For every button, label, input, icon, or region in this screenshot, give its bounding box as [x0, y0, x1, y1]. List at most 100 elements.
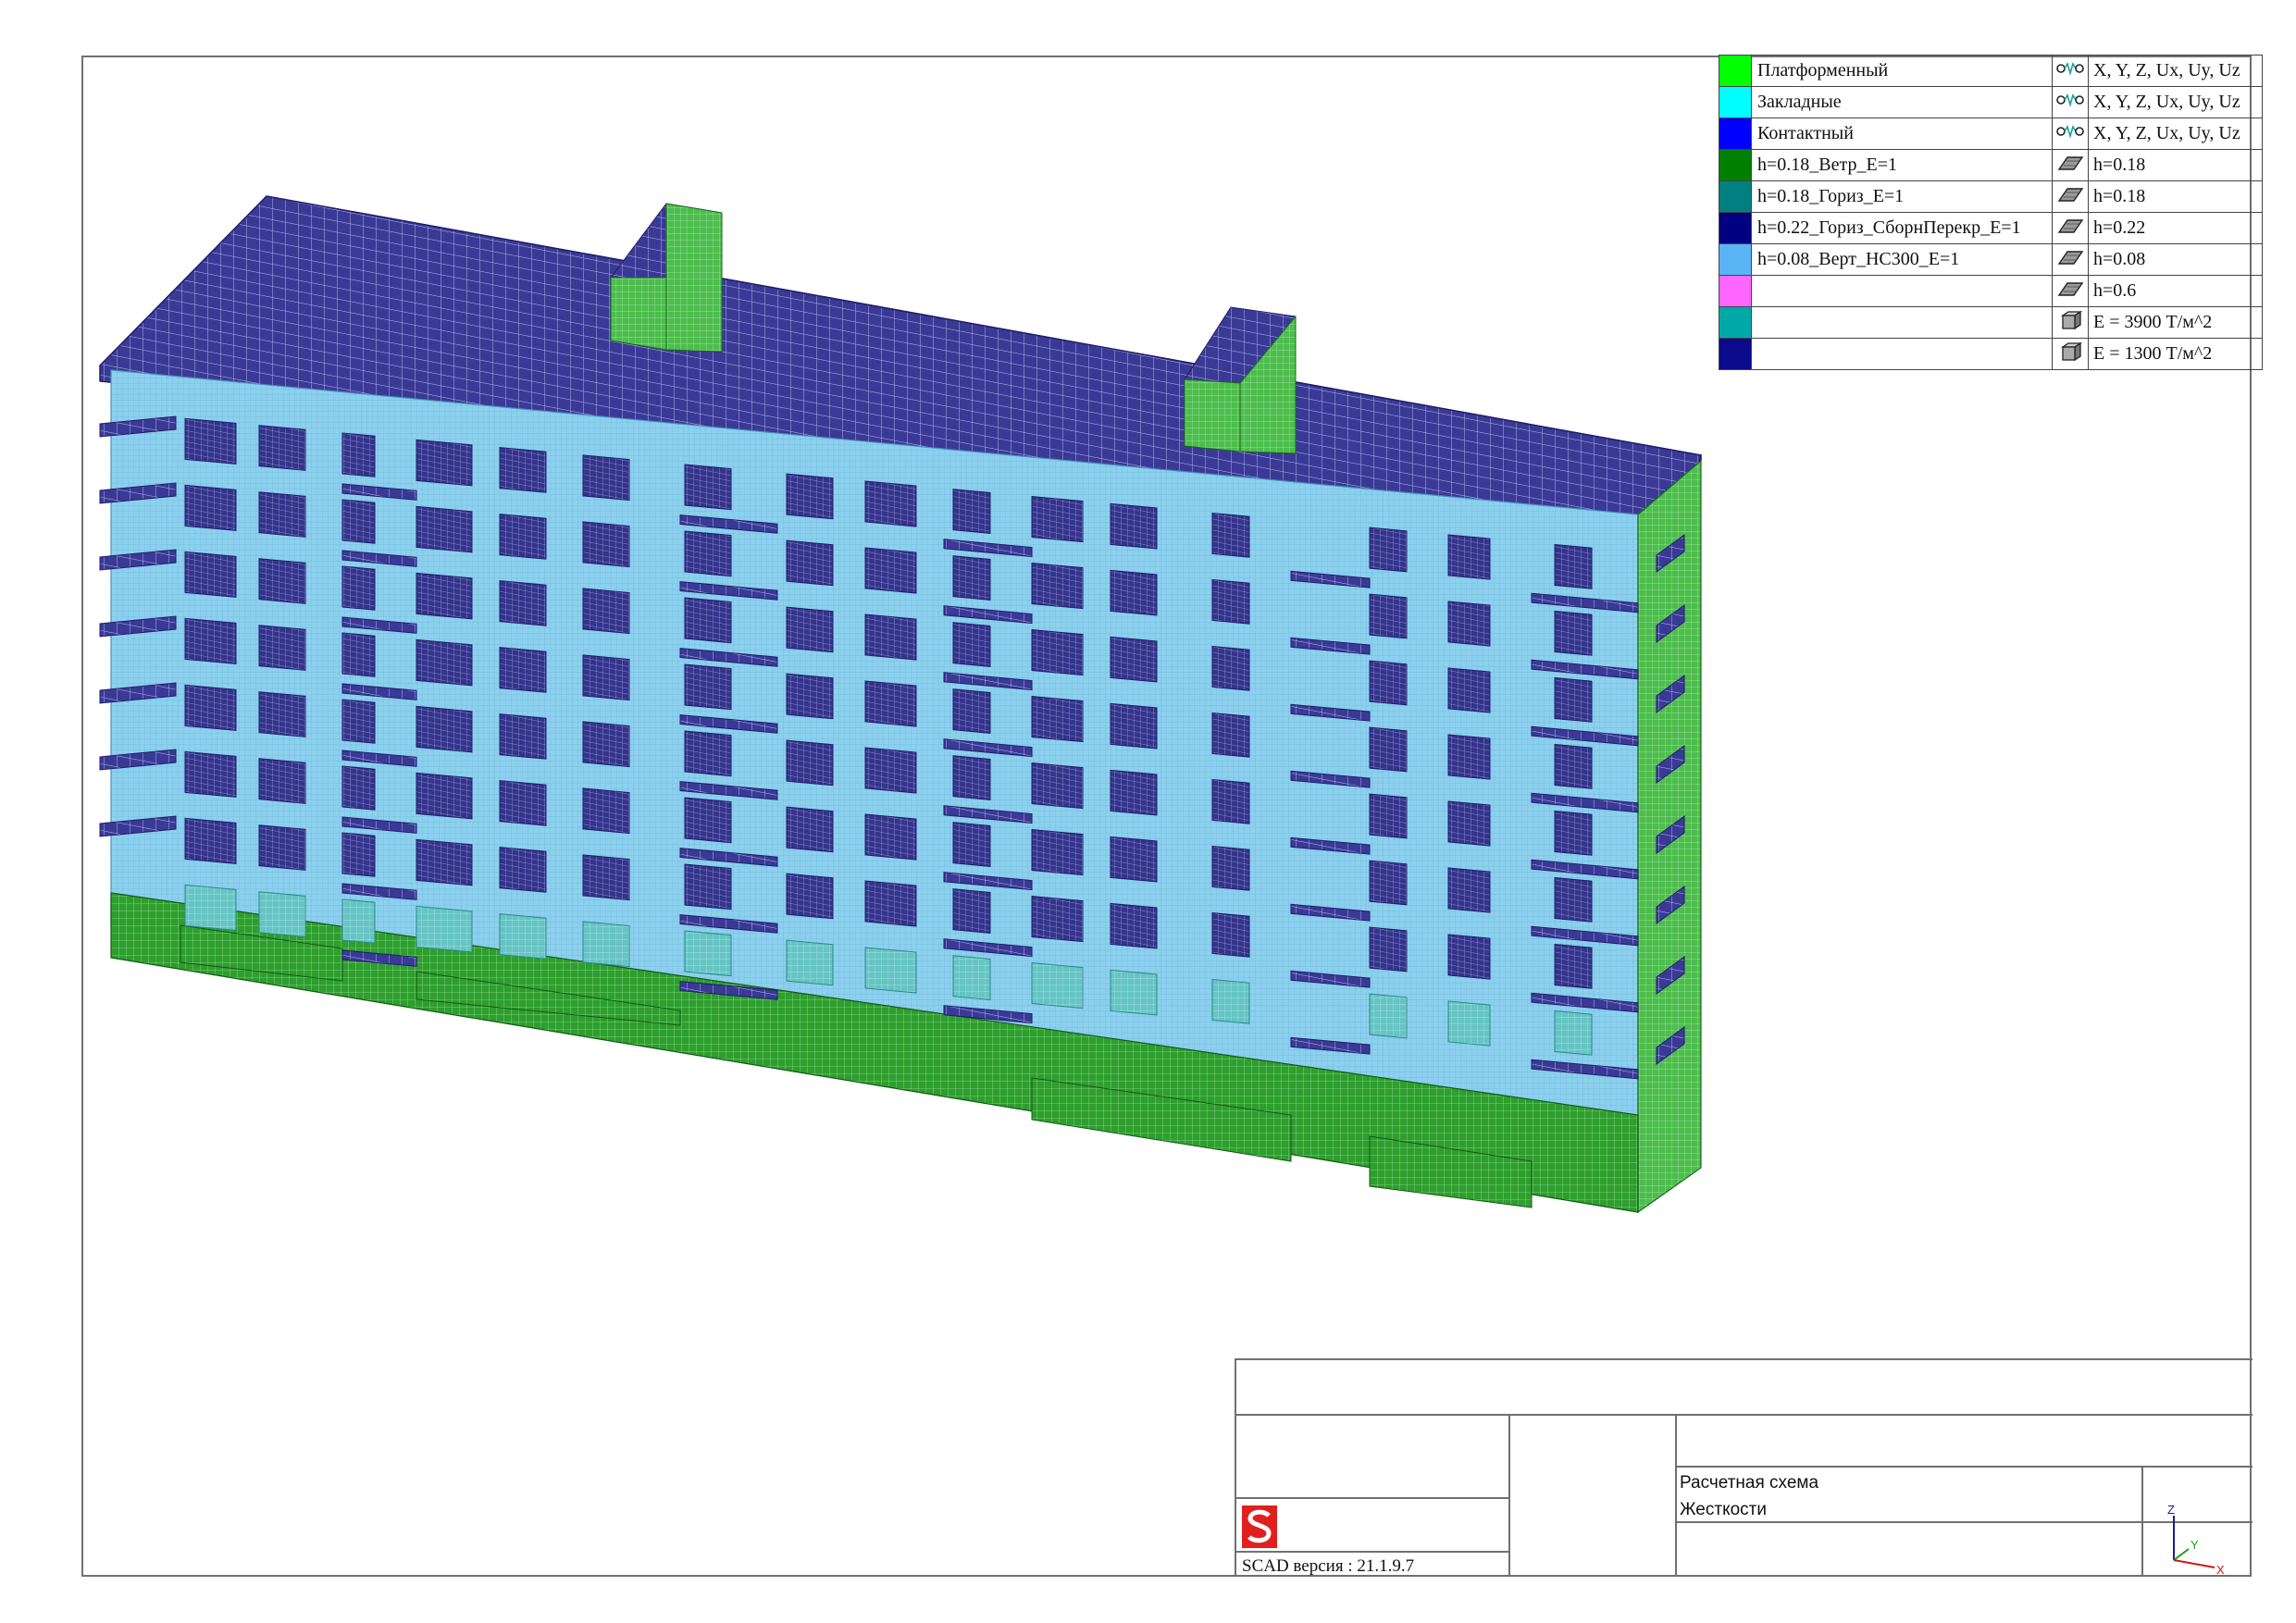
legend-swatch [1719, 243, 1752, 276]
facade-window [786, 806, 834, 853]
facade-window [684, 730, 732, 777]
facade-window [416, 905, 473, 953]
facade-window [952, 822, 991, 867]
facade-window [1447, 601, 1491, 647]
facade-window [1110, 836, 1158, 883]
facade-window [684, 464, 732, 511]
plate-icon [2052, 149, 2089, 181]
facade-window [416, 638, 473, 687]
legend-type-name: Контактный [1751, 118, 2053, 150]
facade-window [499, 647, 547, 693]
legend-value: h=0.22 [2088, 212, 2263, 244]
facade-window [864, 880, 917, 927]
facade-window [258, 691, 306, 737]
legend-value: h=0.08 [2088, 243, 2263, 276]
title-block: SCAD версия : 21.1.9.7 Расчетная схема Ж… [1235, 1358, 2253, 1577]
facade-window [864, 613, 917, 661]
facade-window [684, 663, 732, 711]
facade-window [952, 755, 991, 800]
facade-window [864, 480, 917, 527]
facade-window [258, 491, 306, 538]
legend-row: h=0.18_Гориз_E=1 h=0.18 [1719, 180, 2263, 213]
facade-window [1554, 543, 1593, 589]
legend-type-name [1751, 338, 2053, 370]
roof-tower-2-door [1184, 378, 1241, 452]
facade-window [1110, 502, 1158, 550]
legend-value: h=0.6 [2088, 275, 2263, 307]
legend-value: h=0.18 [2088, 149, 2263, 181]
facade-window [1447, 800, 1491, 847]
facade-window [1031, 562, 1084, 610]
facade-window [1110, 702, 1158, 750]
facade-window [1369, 527, 1408, 573]
legend-row: Закладные X, Y, Z, Ux, Uy, Uz [1719, 86, 2263, 118]
facade-window [952, 622, 991, 667]
facade-window [786, 606, 834, 653]
legend-value: X, Y, Z, Ux, Uy, Uz [2088, 55, 2263, 87]
legend-value: E = 1300 Т/м^2 [2088, 338, 2263, 370]
facade-window [184, 750, 237, 798]
facade-window [1211, 712, 1250, 758]
legend-row: h=0.08_Верт_НС300_E=1 h=0.08 [1719, 243, 2263, 276]
legend-swatch [1719, 212, 1752, 244]
facade-window [258, 824, 306, 871]
spring-link-icon [2052, 55, 2089, 87]
legend-row: h=0.22_Гориз_СборнПерекр_E=1 h=0.22 [1719, 212, 2263, 244]
legend-row: h=0.18_Ветр_E=1 h=0.18 [1719, 149, 2263, 181]
facade-window [1031, 762, 1084, 810]
legend-value: X, Y, Z, Ux, Uy, Uz [2088, 86, 2263, 118]
legend-type-name: Закладные [1751, 86, 2053, 118]
facade-window [499, 580, 547, 626]
facade-window [416, 439, 473, 487]
facade-window [1369, 926, 1408, 973]
facade-window [1211, 978, 1250, 1024]
facade-window [1554, 676, 1593, 723]
legend-row: Платформенный X, Y, Z, Ux, Uy, Uz [1719, 55, 2263, 87]
facade-window [1211, 911, 1250, 958]
facade-window [684, 863, 732, 911]
facade-window [184, 684, 237, 731]
facade-window [258, 558, 306, 604]
legend-swatch [1719, 338, 1752, 370]
plate-icon [2052, 243, 2089, 276]
solid-icon [2052, 306, 2089, 339]
legend-swatch [1719, 118, 1752, 150]
axis-x-label: X [2216, 1563, 2225, 1575]
facade-window [1447, 667, 1491, 713]
facade-window [1211, 578, 1250, 625]
facade-window [864, 947, 917, 994]
facade-window [258, 425, 306, 471]
facade-window [499, 847, 547, 893]
facade-window [1031, 695, 1084, 743]
facade-window [1369, 660, 1408, 706]
facade-window [1369, 860, 1408, 906]
facade-window [1110, 969, 1158, 1016]
facade-window [952, 688, 991, 734]
legend-value: X, Y, Z, Ux, Uy, Uz [2088, 118, 2263, 150]
facade-window [499, 780, 547, 826]
facade-window [684, 597, 732, 644]
facade-window [1554, 1010, 1593, 1056]
facade-window [1211, 845, 1250, 891]
facade-window [341, 632, 376, 677]
facade-window [258, 758, 306, 804]
legend-row: E = 3900 Т/м^2 [1719, 306, 2263, 339]
facade-window [786, 873, 834, 920]
facade-window [184, 817, 237, 864]
facade-window [1031, 628, 1084, 676]
facade-window [184, 617, 237, 664]
facade-window [416, 572, 473, 620]
facade-window [952, 489, 991, 534]
facade-window [416, 505, 473, 553]
facade-window [582, 787, 630, 835]
facade-window [786, 473, 834, 520]
spring-link-icon [2052, 86, 2089, 118]
facade-window [1211, 778, 1250, 824]
facade-window [184, 884, 237, 931]
facade-window [1369, 993, 1408, 1039]
facade-window [1031, 495, 1084, 543]
facade-window [1369, 593, 1408, 639]
plate-icon [2052, 180, 2089, 213]
facade-window [416, 838, 473, 886]
facade-window [341, 565, 376, 611]
